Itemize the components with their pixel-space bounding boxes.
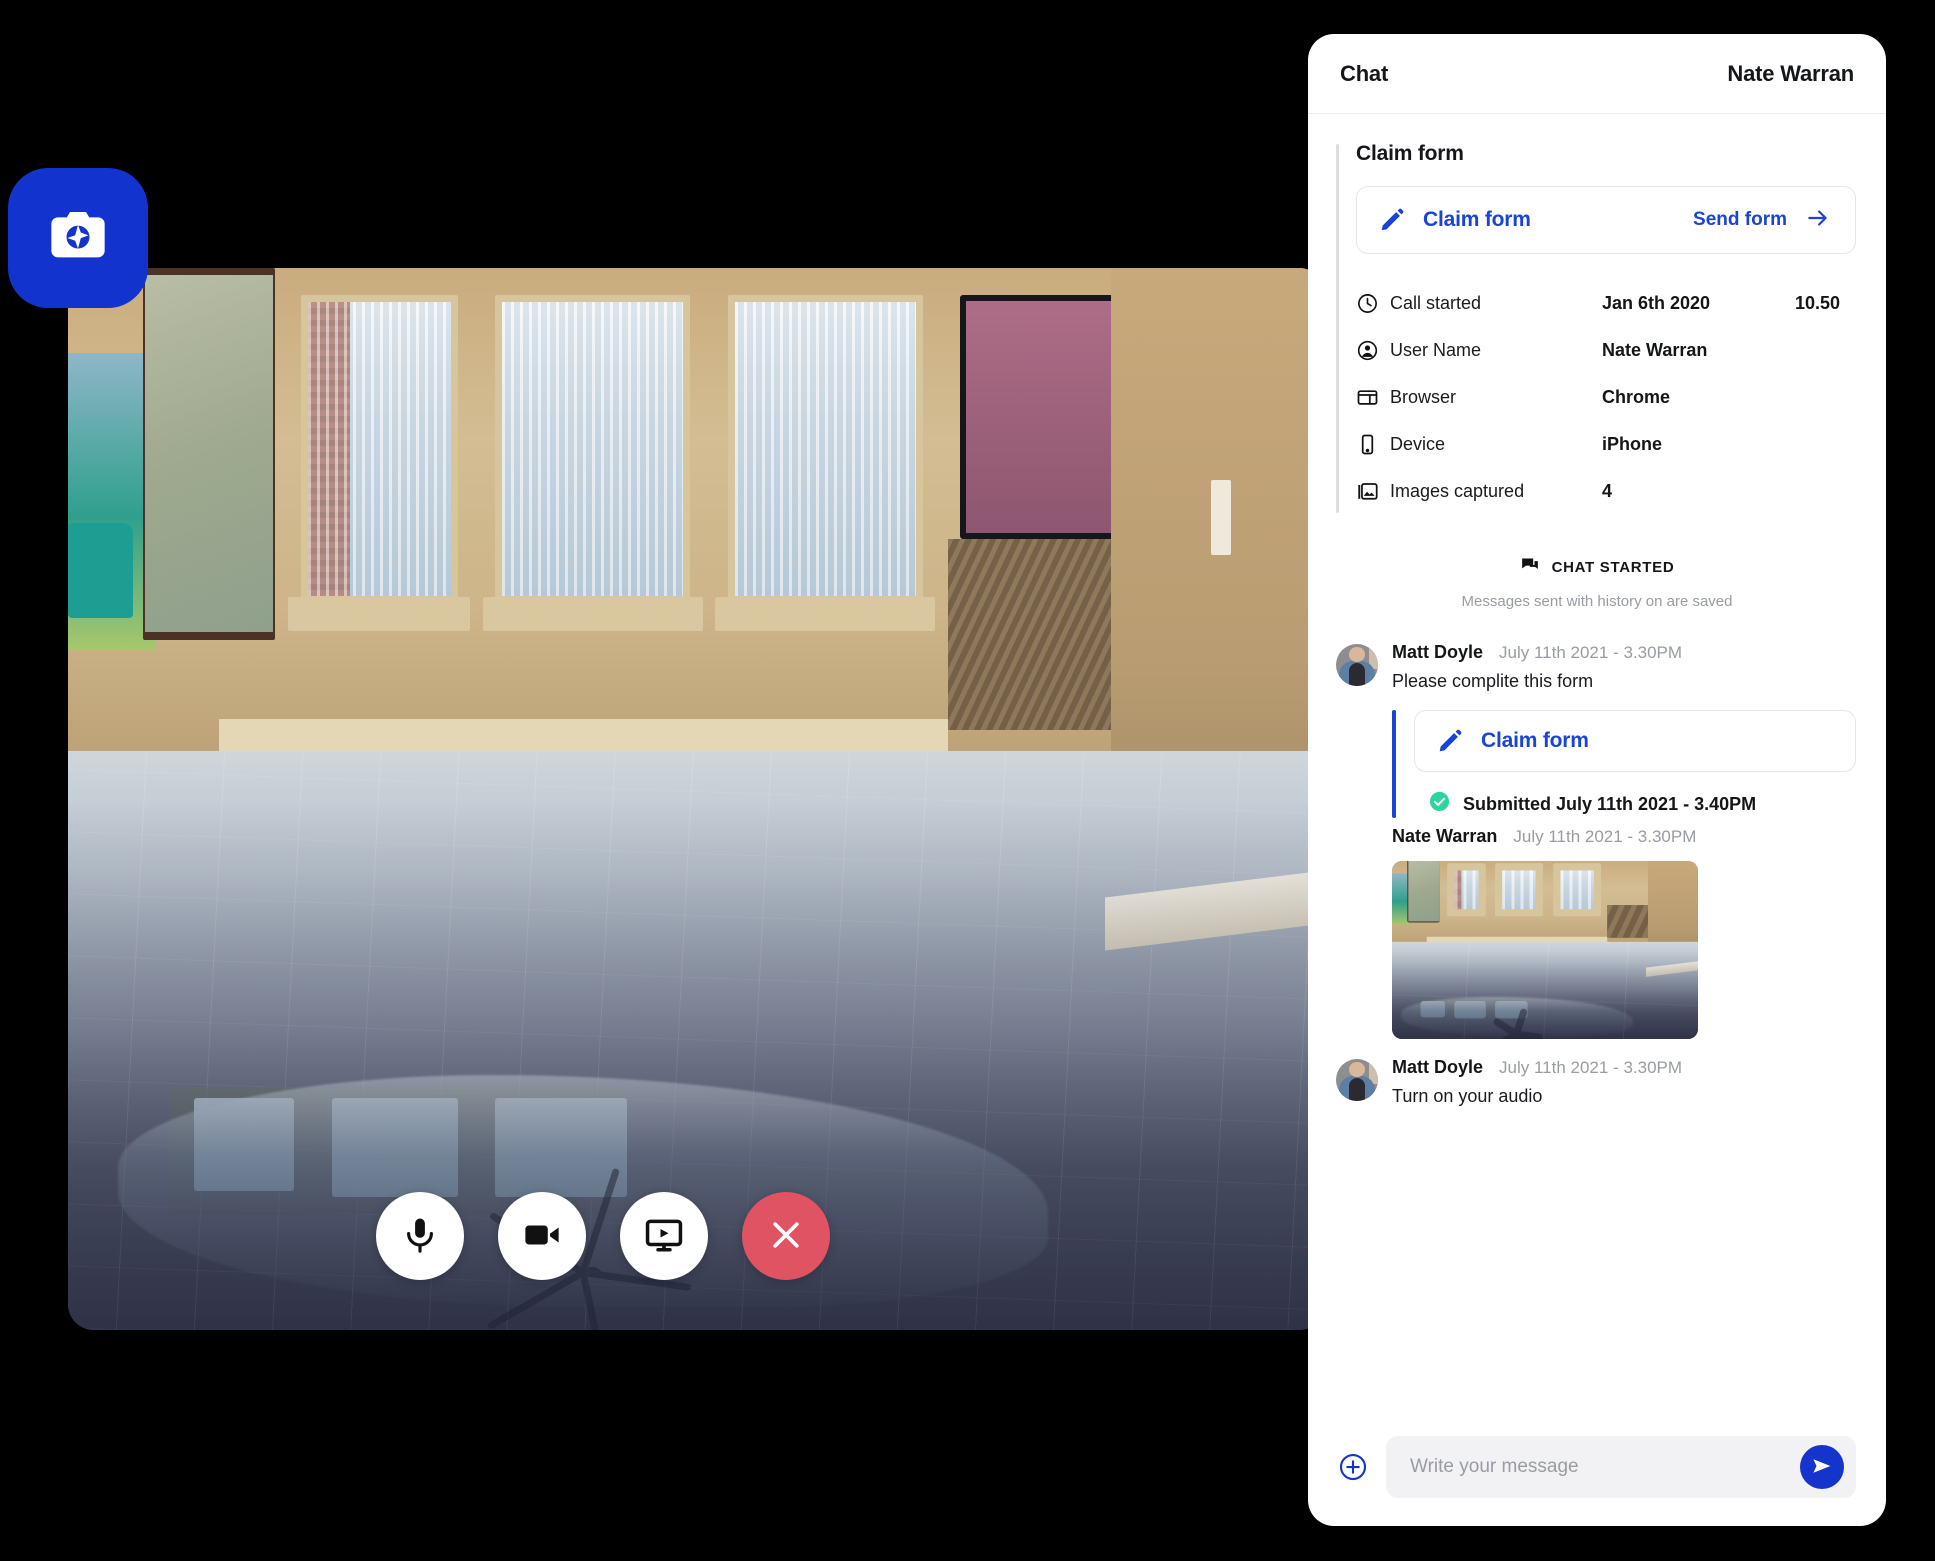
capture-image-button[interactable] <box>8 168 148 308</box>
message-time: July 11th 2021 - 3.30PM <box>1513 827 1697 846</box>
message-time: July 11th 2021 - 3.30PM <box>1499 1058 1683 1077</box>
meta-value: Chrome <box>1602 387 1671 407</box>
message-author: Matt Doyle <box>1392 642 1484 662</box>
chat-started-divider: CHAT STARTED Messages sent with history … <box>1308 555 1886 610</box>
chat-header: Chat Nate Warran <box>1308 34 1886 114</box>
meta-label: User Name <box>1390 340 1482 360</box>
message-text: Turn on your audio <box>1392 1086 1543 1106</box>
message-author: Nate Warran <box>1392 826 1498 846</box>
chat-bubbles-icon <box>1520 555 1540 580</box>
avatar <box>1336 644 1378 686</box>
plus-circle-icon[interactable] <box>1338 1452 1368 1482</box>
arrow-right-icon <box>1805 205 1831 236</box>
message-item: Matt Doyle July 11th 2021 - 3.30PM Turn … <box>1336 1057 1856 1107</box>
phone-icon <box>1356 433 1390 456</box>
claim-form-section: Claim form Claim form Send form Call sta… <box>1336 142 1856 515</box>
close-icon <box>766 1215 806 1258</box>
message-input-wrapper[interactable] <box>1386 1436 1856 1498</box>
browser-icon <box>1356 386 1390 409</box>
chat-body: Claim form Claim form Send form Call sta… <box>1308 114 1886 1422</box>
meta-label: Device <box>1390 434 1446 454</box>
pencil-icon <box>1437 728 1463 754</box>
video-scene <box>68 268 1325 1330</box>
message-image-attachment[interactable] <box>1392 861 1698 1039</box>
message-text: Please complite this form <box>1392 671 1594 691</box>
meta-row-browser: Browser Chrome <box>1356 374 1856 421</box>
screen-share-button[interactable] <box>620 1192 708 1280</box>
images-icon <box>1356 480 1390 503</box>
pencil-icon <box>1379 207 1405 233</box>
meta-row-call-started: Call started Jan 6th 2020 10.50 <box>1356 280 1856 327</box>
message-item: Matt Doyle July 11th 2021 - 3.30PM Pleas… <box>1336 642 1856 818</box>
chat-started-subtitle: Messages sent with history on are saved <box>1461 593 1733 610</box>
screen: Chat Nate Warran Claim form Claim form S… <box>0 0 1935 1561</box>
avatar <box>1336 1059 1378 1101</box>
message-item: Nate Warran July 11th 2021 - 3.30PM <box>1336 826 1856 1039</box>
meta-label: Images captured <box>1390 481 1525 501</box>
chat-panel: Chat Nate Warran Claim form Claim form S… <box>1308 34 1886 1526</box>
claim-section-title: Claim form <box>1356 142 1464 165</box>
camera-button[interactable] <box>498 1192 586 1280</box>
submitted-text: Submitted July 11th 2021 - 3.40PM <box>1463 793 1757 814</box>
meta-value: 4 <box>1602 481 1613 501</box>
send-claim-form-card[interactable]: Claim form Send form <box>1356 186 1856 254</box>
message-author: Matt Doyle <box>1392 1057 1484 1077</box>
attachment-label: Claim form <box>1481 729 1589 752</box>
claim-form-attachment[interactable]: Claim form <box>1414 710 1856 772</box>
message-attachment-block: Claim form Submitted July 11th 2021 - 3. <box>1392 710 1856 818</box>
meta-label: Browser <box>1390 387 1457 407</box>
submitted-status: Submitted July 11th 2021 - 3.40PM <box>1414 790 1856 818</box>
call-controls <box>376 1192 830 1280</box>
check-circle-icon <box>1428 790 1451 818</box>
camera-sparkle-icon <box>46 204 110 273</box>
meta-value: iPhone <box>1602 434 1663 454</box>
send-form-label: Send form <box>1693 209 1787 230</box>
send-message-button[interactable] <box>1800 1445 1844 1489</box>
end-call-button[interactable] <box>742 1192 830 1280</box>
meta-row-user-name: User Name Nate Warran <box>1356 327 1856 374</box>
microphone-button[interactable] <box>376 1192 464 1280</box>
message-input[interactable] <box>1410 1456 1800 1478</box>
screen-share-icon <box>643 1214 685 1259</box>
meta-label: Call started <box>1390 293 1482 313</box>
person-icon <box>1356 339 1390 362</box>
message-list: Matt Doyle July 11th 2021 - 3.30PM Pleas… <box>1308 642 1886 1107</box>
message-composer <box>1308 1422 1886 1526</box>
video-camera-icon <box>521 1214 563 1259</box>
call-metadata-list: Call started Jan 6th 2020 10.50 User Nam… <box>1356 280 1856 515</box>
send-icon <box>1810 1454 1834 1481</box>
meta-row-images-captured: Images captured 4 <box>1356 468 1856 515</box>
microphone-icon <box>399 1214 441 1259</box>
chat-started-label: CHAT STARTED <box>1551 559 1675 576</box>
meta-value: Nate Warran <box>1602 340 1708 360</box>
chat-peer-name: Nate Warran <box>1727 60 1854 86</box>
meta-value: Jan 6th 2020 <box>1602 293 1711 313</box>
meta-value-time: 10.50 <box>1794 293 1840 313</box>
meta-row-device: Device iPhone <box>1356 421 1856 468</box>
video-call-feed[interactable] <box>68 268 1325 1330</box>
page-title: Chat <box>1340 60 1389 86</box>
claim-form-label: Claim form <box>1423 208 1531 231</box>
message-time: July 11th 2021 - 3.30PM <box>1499 643 1683 662</box>
clock-icon <box>1356 292 1390 315</box>
captured-photo <box>1392 861 1698 1039</box>
